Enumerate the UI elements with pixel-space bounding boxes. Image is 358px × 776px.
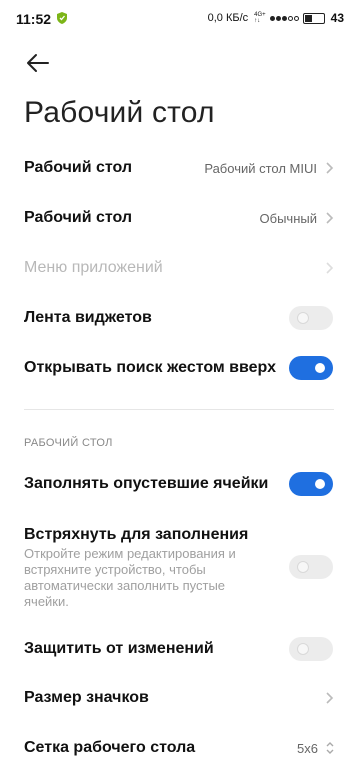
- desktop-mode-row[interactable]: Рабочий стол Обычный: [0, 206, 358, 230]
- section-header: РАБОЧИЙ СТОЛ: [24, 437, 113, 449]
- desktop-type-value: Рабочий стол MIUI: [204, 160, 317, 176]
- status-bar: 11:52 0,0 КБ/с 4G+ ↑↓ 43: [0, 0, 358, 38]
- shake-fill-label: Встряхнуть для заполнения: [24, 526, 249, 543]
- icon-size-row[interactable]: Размер значков: [0, 686, 358, 710]
- battery-percent: 43: [330, 11, 344, 25]
- icon-size-label: Размер значков: [24, 689, 149, 706]
- desktop-type-row[interactable]: Рабочий стол Рабочий стол MIUI: [0, 156, 358, 180]
- status-indicators: 0,0 КБ/с 4G+ ↑↓ 43: [208, 11, 344, 25]
- network-speed: 0,0 КБ/с: [207, 12, 249, 24]
- lock-layout-toggle[interactable]: [289, 637, 333, 661]
- network-type: 4G+ ↑↓: [254, 12, 266, 24]
- shake-fill-toggle[interactable]: [289, 555, 333, 579]
- stepper-icon: [326, 742, 334, 754]
- lock-layout-row: Защитить от изменений: [0, 636, 358, 662]
- page-title: Рабочий стол: [24, 96, 215, 129]
- app-menu-row: Меню приложений: [0, 256, 358, 280]
- desktop-mode-label: Рабочий стол: [24, 209, 133, 226]
- fill-cells-toggle[interactable]: [289, 472, 333, 496]
- divider: [24, 409, 334, 410]
- fill-cells-label: Заполнять опустевшие ячейки: [24, 475, 269, 492]
- grid-value: 5x6: [297, 740, 318, 756]
- app-menu-label: Меню приложений: [24, 259, 163, 276]
- widgets-feed-toggle[interactable]: [289, 306, 333, 330]
- shake-fill-toggle-row: [0, 554, 358, 580]
- lock-layout-label: Защитить от изменений: [24, 640, 214, 657]
- fill-cells-row: Заполнять опустевшие ячейки: [0, 471, 358, 497]
- grid-row[interactable]: Сетка рабочего стола 5x6: [0, 736, 358, 760]
- battery-icon: [302, 12, 325, 24]
- swipe-search-toggle[interactable]: [289, 356, 333, 380]
- chevron-right-icon: [326, 162, 334, 174]
- desktop-mode-value: Обычный: [259, 210, 317, 226]
- desktop-type-label: Рабочий стол: [24, 159, 133, 176]
- swipe-search-row: Открывать поиск жестом вверх: [0, 355, 358, 381]
- chevron-right-icon: [326, 692, 334, 704]
- widgets-feed-label: Лента виджетов: [24, 309, 152, 326]
- widgets-feed-row: Лента виджетов: [0, 305, 358, 331]
- shield-icon: [57, 12, 67, 24]
- back-arrow-icon[interactable]: [26, 52, 50, 74]
- shake-fill-row: Встряхнуть для заполнения: [0, 523, 358, 547]
- status-time: 11:52: [16, 11, 52, 27]
- chevron-right-icon: [326, 262, 334, 274]
- grid-label: Сетка рабочего стола: [24, 739, 196, 756]
- chevron-right-icon: [326, 212, 334, 224]
- swipe-search-label: Открывать поиск жестом вверх: [24, 359, 276, 376]
- signal-icon: [269, 15, 299, 21]
